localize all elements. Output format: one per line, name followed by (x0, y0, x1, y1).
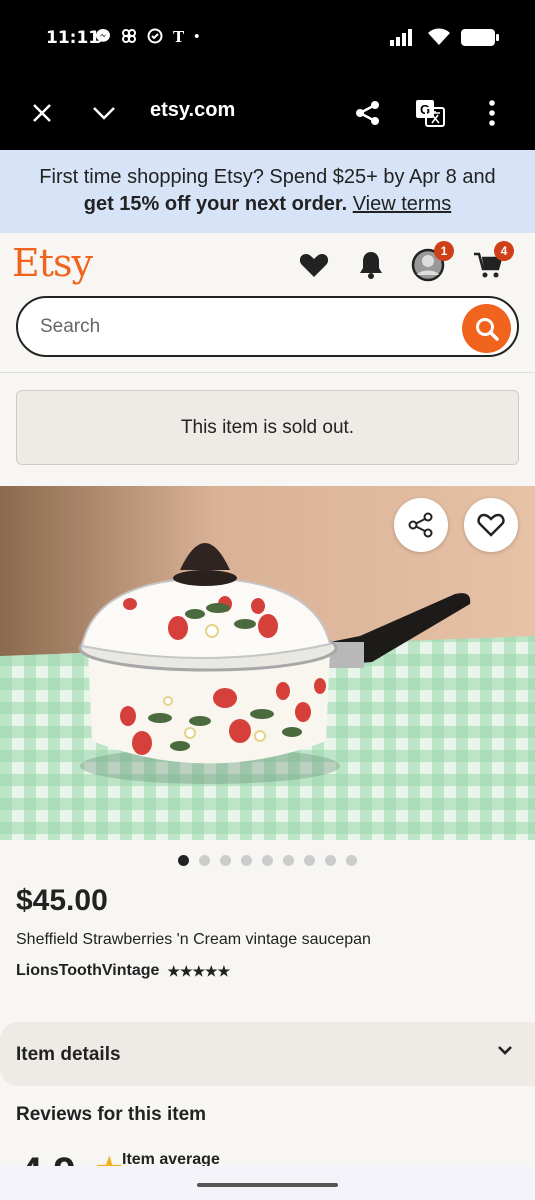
promo-banner: First time shopping Etsy? Spend $25+ by … (0, 150, 535, 233)
bell-icon (360, 252, 382, 279)
notifications-button[interactable] (353, 247, 389, 283)
dot-icon: • (194, 28, 200, 45)
carousel-dot[interactable] (346, 855, 357, 866)
wifi-icon (428, 28, 450, 45)
account-badge: 1 (434, 241, 454, 261)
carousel-dot[interactable] (283, 855, 294, 866)
promo-line1: First time shopping Etsy? Spend $25+ by … (39, 166, 496, 188)
home-gesture-handle[interactable] (197, 1183, 338, 1187)
sold-out-notice: This item is sold out. (16, 390, 519, 465)
pinwheel-icon (122, 29, 136, 43)
translate-button[interactable]: G (410, 93, 450, 133)
notification-icons: T • (95, 28, 199, 46)
browser-toolbar: etsy.com G (0, 75, 535, 150)
close-icon (33, 104, 51, 122)
search-button[interactable] (462, 304, 511, 353)
share-listing-button[interactable] (394, 498, 448, 552)
check-circle-icon (147, 28, 163, 44)
close-tab-button[interactable] (22, 93, 62, 133)
status-time: 11:11 (46, 28, 101, 48)
etsy-logo[interactable]: Etsy (12, 241, 93, 285)
share-page-button[interactable] (348, 93, 388, 133)
product-price: $45.00 (16, 884, 108, 917)
url-text[interactable]: etsy.com (150, 99, 235, 122)
carousel-dot[interactable] (304, 855, 315, 866)
share-icon (356, 101, 379, 125)
carousel-dot[interactable] (262, 855, 273, 866)
cart-button[interactable]: 4 (470, 241, 514, 283)
heart-filled-icon (299, 254, 329, 277)
site-header: Etsy 1 4 (0, 233, 535, 373)
messenger-icon (96, 29, 110, 43)
system-icons (389, 28, 499, 46)
search-input[interactable] (40, 314, 440, 340)
search-icon (475, 317, 499, 341)
chevron-down-icon (93, 107, 115, 120)
view-terms-link[interactable]: View terms (353, 193, 452, 215)
search-bar (16, 296, 519, 357)
promo-offer: get 15% off your next order. (83, 193, 348, 215)
share-icon (408, 512, 433, 538)
product-image[interactable] (0, 486, 535, 840)
image-carousel-dots (0, 855, 535, 866)
t-icon: T (173, 28, 185, 46)
saucepan-photo (0, 486, 535, 840)
shop-info: LionsToothVintage ★★★★★ (16, 962, 230, 980)
item-details-label: Item details (16, 1044, 121, 1065)
carousel-dot[interactable] (325, 855, 336, 866)
heart-outline-icon (477, 513, 505, 537)
favorites-button[interactable] (296, 247, 332, 283)
status-bar: 11:11 T • (0, 0, 535, 75)
battery-icon (461, 28, 499, 46)
cart-badge: 4 (494, 241, 514, 261)
shop-name-link[interactable]: LionsToothVintage (16, 962, 159, 980)
signal-icon (390, 29, 412, 46)
more-vertical-icon (489, 100, 495, 126)
shop-rating-stars: ★★★★★ (167, 962, 231, 979)
reviews-heading: Reviews for this item (16, 1104, 207, 1125)
chevron-down-icon (498, 1046, 512, 1055)
carousel-dot[interactable] (199, 855, 210, 866)
favorite-item-button[interactable] (464, 498, 518, 552)
carousel-dot[interactable] (220, 855, 231, 866)
translate-icon: G (416, 100, 445, 127)
carousel-dot[interactable] (178, 855, 189, 866)
promo-line2: get 15% off your next order. View terms (0, 191, 535, 218)
product-title: Sheffield Strawberries 'n Cream vintage … (16, 931, 371, 948)
system-nav-bar (0, 1166, 535, 1200)
more-menu-button[interactable] (472, 93, 512, 133)
account-button[interactable]: 1 (410, 241, 454, 283)
carousel-dot[interactable] (241, 855, 252, 866)
collapse-button[interactable] (84, 93, 124, 133)
item-details-accordion[interactable]: Item details (0, 1022, 535, 1086)
